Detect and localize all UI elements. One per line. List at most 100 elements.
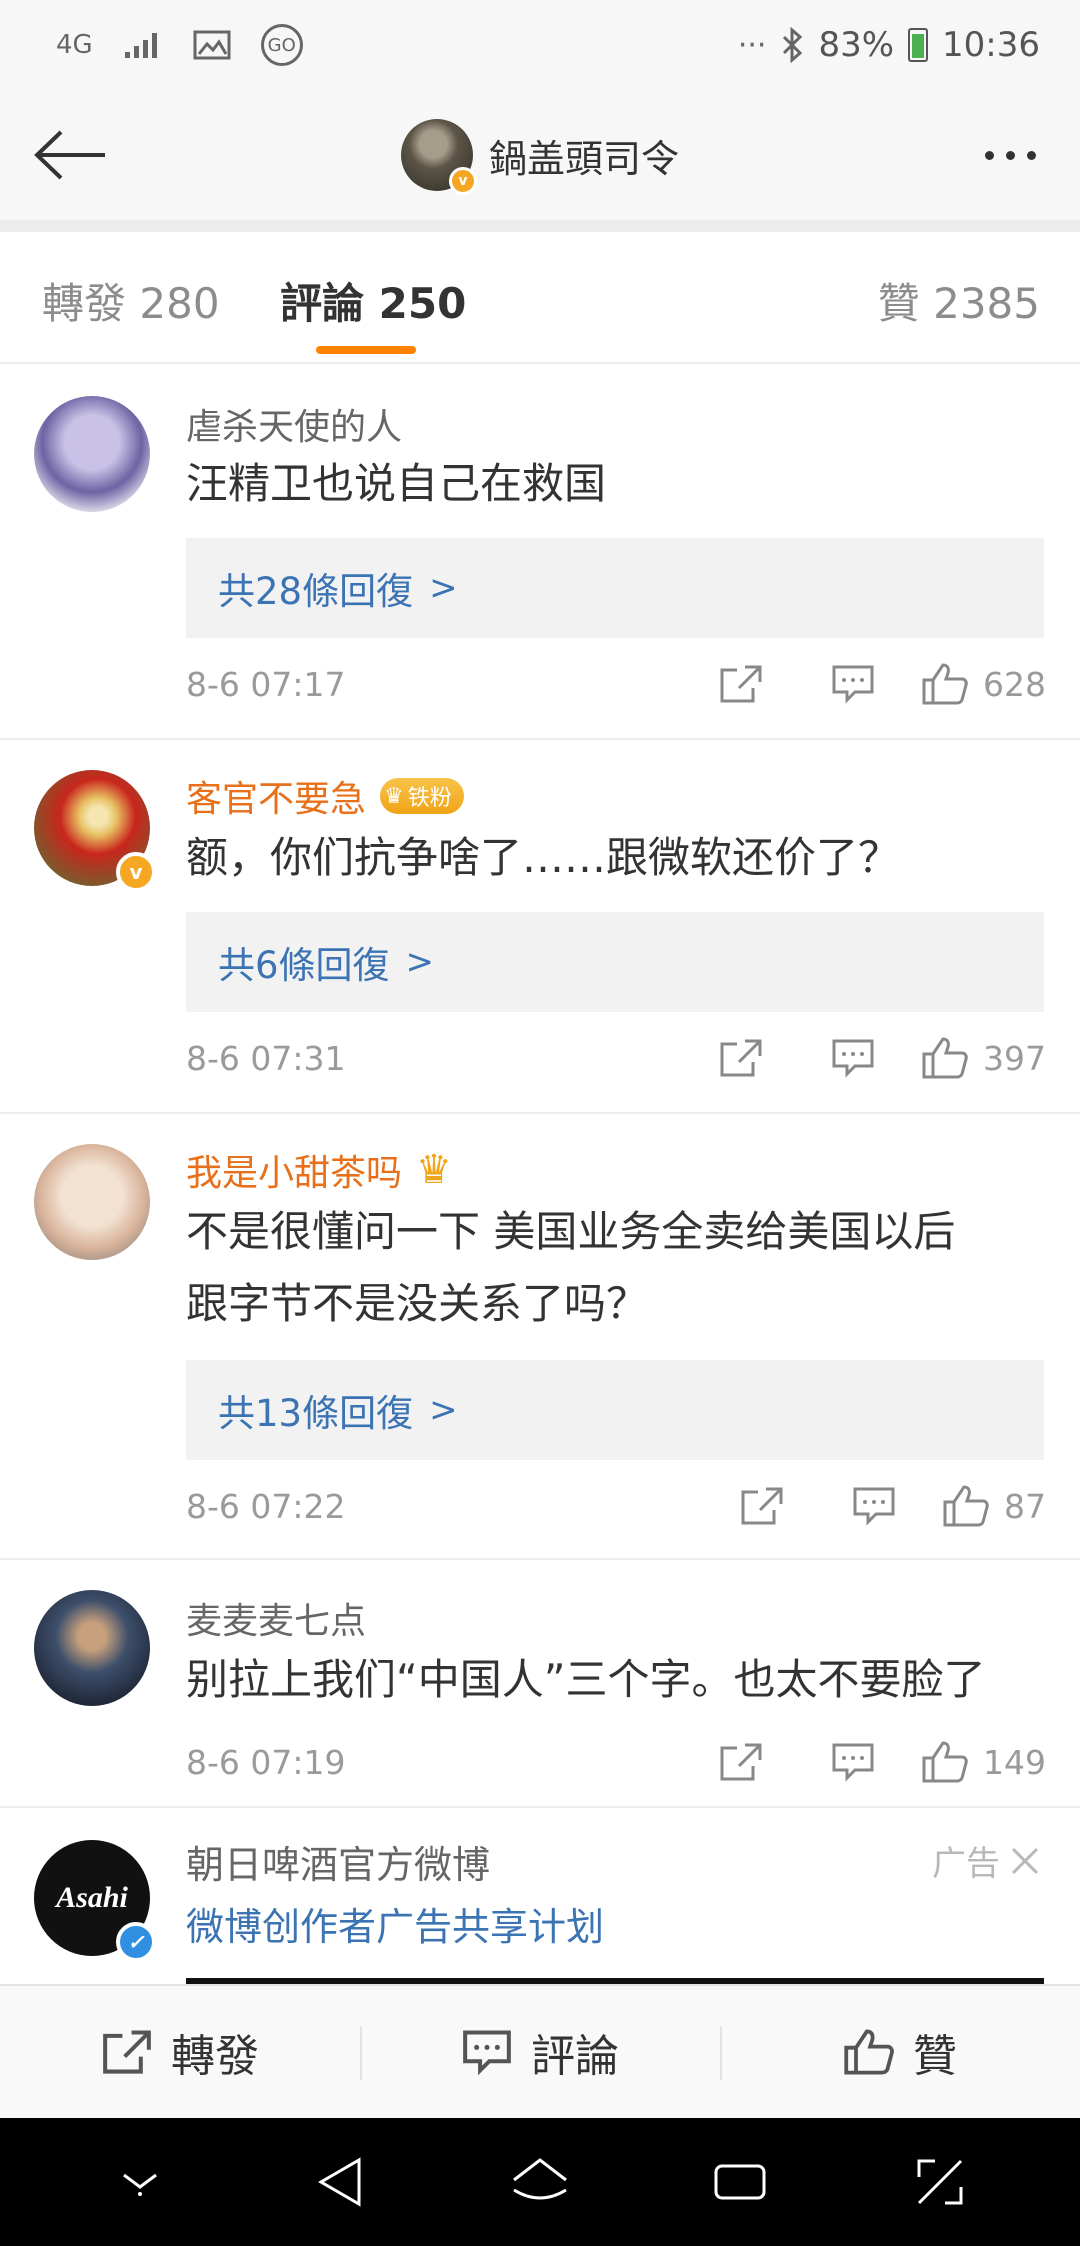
comment-username[interactable]: 虐杀天使的人 <box>186 398 402 450</box>
ad-avatar[interactable]: Asahi ✓ <box>34 1840 156 1962</box>
network-label: 4G <box>56 30 93 60</box>
comment-footer: 8-6 07:22 87 <box>186 1484 1046 1528</box>
comment-actions: 397 <box>685 1036 1046 1080</box>
asahi-logo: Asahi <box>56 1881 128 1914</box>
crown-icon: ♛ <box>416 1147 452 1193</box>
nav-recents-button[interactable] <box>685 2132 795 2232</box>
comment-username[interactable]: 我是小甜茶吗 ♛ <box>186 1144 452 1196</box>
tab-like-count: 2385 <box>933 279 1040 328</box>
close-icon[interactable] <box>1010 1846 1040 1876</box>
hide-keyboard-button[interactable] <box>85 2132 195 2232</box>
signal-icon <box>123 30 163 60</box>
comment-icon <box>832 1743 874 1782</box>
reply-button[interactable] <box>818 1486 930 1526</box>
battery-percent: 83% <box>818 25 895 65</box>
comment-username-text: 我是小甜茶吗 <box>186 1153 403 1194</box>
verified-badge-icon: v <box>448 167 477 195</box>
replies-button[interactable]: 共28條回復 > <box>186 538 1044 638</box>
bottom-toolbar: 轉發 評論 贊 <box>0 1984 1080 2118</box>
chevron-right-icon: > <box>405 942 435 982</box>
comment-text: 额，你们抗争啥了……跟微软还价了？ <box>186 833 901 882</box>
share-icon <box>741 1487 783 1525</box>
clock: 10:36 <box>942 25 1040 65</box>
status-right: ··· 83% 10:36 <box>738 25 1040 65</box>
divider <box>0 220 1080 232</box>
tab-comment[interactable]: 評論 250 <box>280 270 466 331</box>
comment-text: 不是很懂问一下 美国业务全卖给美国以后 跟字节不是没关系了吗？ <box>186 1196 1040 1340</box>
avatar[interactable] <box>34 396 150 512</box>
tab-like-label: 贊 <box>877 279 920 328</box>
reply-button[interactable] <box>797 1742 909 1782</box>
nav-expand-button[interactable] <box>885 2132 995 2232</box>
tab-repost[interactable]: 轉發 280 <box>42 270 220 331</box>
back-button[interactable] <box>26 112 116 198</box>
share-icon <box>720 1743 762 1781</box>
header-user[interactable]: v 鍋盖頭司令 <box>400 119 679 195</box>
fan-badge: ♛ 铁粉 <box>380 778 464 814</box>
comment-button[interactable]: 評論 <box>360 1986 720 2118</box>
more-menu-button[interactable] <box>960 112 1060 198</box>
reply-button[interactable] <box>797 664 909 704</box>
chevron-down-icon <box>123 2173 157 2196</box>
expand-icon <box>917 2159 963 2205</box>
back-arrow-icon <box>34 130 105 180</box>
replies-label: 共28條回復 <box>218 570 414 613</box>
avatar[interactable] <box>34 1144 150 1260</box>
tab-comment-count: 250 <box>378 279 467 328</box>
repost-button[interactable]: 轉發 <box>0 1986 360 2118</box>
comment-text: 别拉上我们“中国人”三个字。也太不要脸了 <box>186 1655 986 1704</box>
nav-back-button[interactable] <box>285 2132 395 2232</box>
system-nav-bar <box>0 2118 1080 2246</box>
verified-badge-icon: v <box>116 852 156 892</box>
like-button[interactable]: 397 <box>921 1036 1046 1080</box>
share-button[interactable] <box>706 1486 818 1526</box>
thumbs-up-icon <box>844 2029 894 2075</box>
comment-time: 8-6 07:22 <box>186 1486 346 1526</box>
replies-button[interactable]: 共6條回復 > <box>186 912 1044 1012</box>
chevron-right-icon: > <box>429 568 458 608</box>
tab-like[interactable]: 贊 2385 <box>878 270 1040 331</box>
top-header: v 鍋盖頭司令 <box>0 90 1080 220</box>
replies-button[interactable]: 共13條回復 > <box>186 1360 1044 1460</box>
dot-icon <box>1005 150 1015 160</box>
like-button[interactable]: 628 <box>921 662 1046 706</box>
comment-actions: 149 <box>685 1740 1046 1784</box>
home-icon <box>513 2158 567 2200</box>
like-count: 397 <box>983 1038 1046 1078</box>
like-button[interactable]: 87 <box>942 1484 1046 1528</box>
comment-time: 8-6 07:19 <box>186 1742 346 1782</box>
go-app-icon: GO <box>260 24 303 66</box>
share-icon <box>720 665 762 703</box>
replies-label: 共6條回復 <box>218 944 390 987</box>
tab-repost-label: 轉發 <box>42 279 127 328</box>
avatar[interactable]: v <box>400 119 477 195</box>
comment-actions: 628 <box>685 662 1046 706</box>
comment-time: 8-6 07:17 <box>186 664 346 704</box>
reply-button[interactable] <box>797 1038 909 1078</box>
avatar[interactable]: v <box>34 770 156 892</box>
comment-username[interactable]: 麦麦麦七点 <box>186 1592 366 1644</box>
header-username[interactable]: 鍋盖頭司令 <box>489 128 679 183</box>
comment-text-line: 跟字节不是没关系了吗？ <box>186 1279 649 1328</box>
avatar[interactable] <box>34 1590 150 1706</box>
like-button[interactable]: 贊 <box>720 1986 1080 2118</box>
comment-footer: 8-6 07:17 628 <box>186 662 1046 706</box>
share-button[interactable] <box>685 1742 797 1782</box>
status-left: 4G GO <box>56 24 303 66</box>
comment-actions: 87 <box>706 1484 1046 1528</box>
comment-item: v 客官不要急 ♛ 铁粉 额，你们抗争啥了……跟微软还价了？ 共6條回復 > 8-6… <box>0 740 1080 1114</box>
like-count: 628 <box>983 664 1046 704</box>
share-button[interactable] <box>685 664 797 704</box>
dot-icon <box>984 150 994 160</box>
comment-username-text: 麦麦麦七点 <box>186 1601 367 1642</box>
ad-link[interactable]: 微博创作者广告共享计划 <box>186 1896 604 1951</box>
verified-badge-icon: ✓ <box>116 1922 156 1962</box>
ad-name[interactable]: 朝日啤酒官方微博 <box>186 1834 490 1889</box>
nav-home-button[interactable] <box>485 2132 595 2232</box>
share-button[interactable] <box>685 1038 797 1078</box>
ad-item[interactable]: Asahi ✓ 朝日啤酒官方微博 微博创作者广告共享计划 广告 <box>0 1808 1080 1992</box>
like-button[interactable]: 149 <box>921 1740 1046 1784</box>
comment-text-line: 不是很懂问一下 美国业务全卖给美国以后 <box>186 1207 956 1256</box>
comment-item: 我是小甜茶吗 ♛ 不是很懂问一下 美国业务全卖给美国以后 跟字节不是没关系了吗？… <box>0 1114 1080 1560</box>
comment-username[interactable]: 客官不要急 ♛ 铁粉 <box>186 770 464 822</box>
